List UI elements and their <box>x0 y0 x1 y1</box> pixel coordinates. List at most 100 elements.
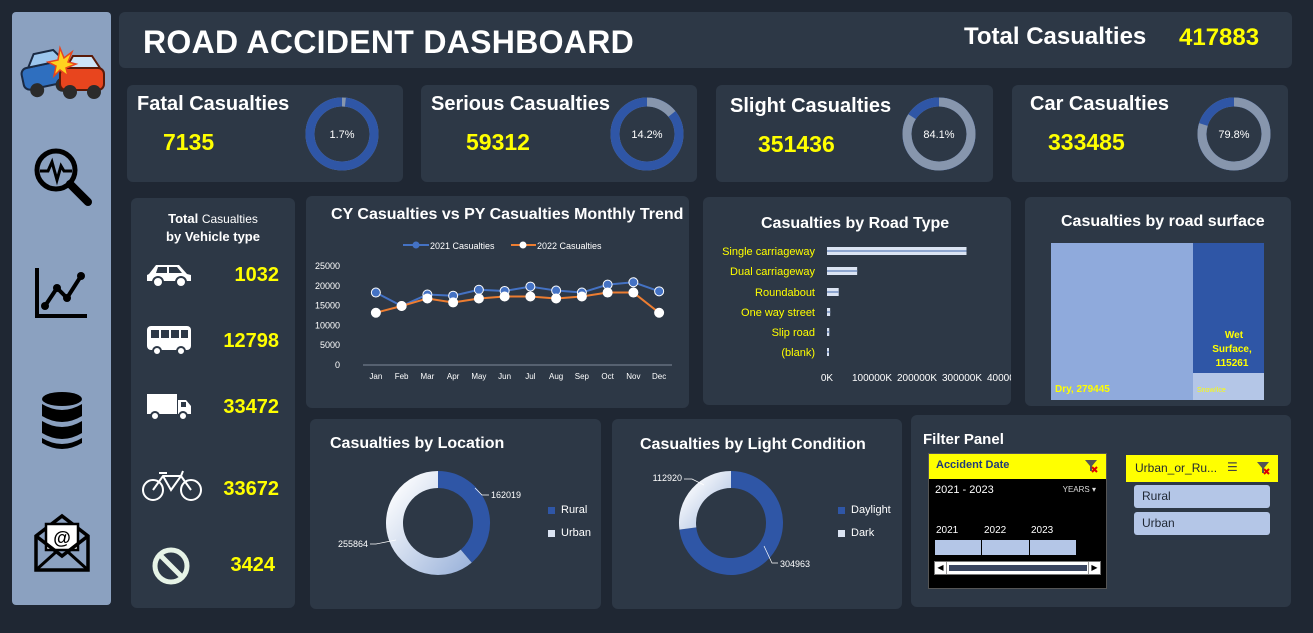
road-surface-panel: Casualties by road surface Dry, 279445 W… <box>1025 197 1291 406</box>
x-tick-label: Jun <box>498 372 511 381</box>
category-label: (blank) <box>781 347 815 359</box>
time-level-dropdown[interactable]: YEARS ▾ <box>1063 485 1096 494</box>
kpi-title: Car Casualties <box>1030 93 1169 115</box>
road-type-bar-shade <box>827 351 829 353</box>
urban-slicer-title: Urban_or_Ru... <box>1135 461 1218 475</box>
date-slicer-header: Accident Date <box>929 454 1106 479</box>
data-point-py <box>654 307 665 318</box>
x-tick-label: Nov <box>626 372 640 381</box>
road-surface-treemap: Dry, 279445 Wet Surface, 115261 Snow/Ice <box>1051 243 1264 400</box>
series-line-cy <box>375 281 660 308</box>
kpi-value: 333485 <box>1048 129 1125 155</box>
x-tick-label: Oct <box>601 372 614 381</box>
timeline-segment-2021[interactable] <box>935 540 983 555</box>
road-type-bar-shade <box>827 331 830 333</box>
data-point-py <box>576 291 587 302</box>
x-tick-label: May <box>471 372 486 381</box>
timeline-scrollbar[interactable]: ◀ ▶ <box>934 561 1101 575</box>
urban-slicer-header: Urban_or_Ru... ☰ <box>1126 455 1278 482</box>
legend-label: Dark <box>851 527 875 539</box>
data-point-py <box>370 307 381 318</box>
vehicle-type-title: Total Casualties by Vehicle type <box>131 210 295 246</box>
legend-urban: Urban <box>548 527 591 539</box>
svg-text:@: @ <box>53 528 71 548</box>
timeline-bar[interactable] <box>935 540 1076 555</box>
data-point-py <box>602 287 613 298</box>
accident-date-slicer: Accident Date 2021 - 2023 YEARS ▾ 2021 2… <box>928 453 1107 589</box>
scroll-right-icon[interactable]: ▶ <box>1088 562 1100 574</box>
multi-select-icon[interactable]: ☰ <box>1227 460 1238 474</box>
time-level-label: YEARS <box>1062 485 1090 494</box>
vehicle-title-line2: by Vehicle type <box>166 229 260 244</box>
road-type-bar-shade <box>827 311 831 313</box>
treemap-wet-label-3: 115261 <box>1216 358 1249 369</box>
car-crash-icon[interactable] <box>12 40 111 104</box>
data-point-py <box>422 293 433 304</box>
slice-value-label: 304963 <box>780 559 810 569</box>
slicer-item-rural[interactable]: Rural <box>1134 485 1270 508</box>
kpi-donut-chart: 84.1% <box>902 97 976 171</box>
car-icon <box>145 260 193 293</box>
slicer-item-label: Rural <box>1142 489 1171 503</box>
vehicle-value: 33672 <box>223 478 279 500</box>
data-point-py <box>499 291 510 302</box>
kpi-donut-chart: 14.2% <box>610 97 684 171</box>
road-type-bar-shade <box>827 270 858 272</box>
line-chart-icon[interactable] <box>12 266 111 322</box>
kpi-donut-chart: 1.7% <box>305 97 379 171</box>
slice-value-label: 162019 <box>491 490 521 500</box>
data-point-py <box>473 293 484 304</box>
data-point-py <box>448 297 459 308</box>
treemap-wet-label-2: Surface, <box>1212 344 1252 355</box>
trend-line-chart: 2021 Casualties 2022 Casualties 25000 200… <box>315 241 672 381</box>
email-icon[interactable]: @ <box>12 512 111 574</box>
x-tick-label: Jul <box>525 372 535 381</box>
data-point-py <box>628 287 639 298</box>
x-tick-label: Aug <box>549 372 563 381</box>
clear-filter-icon[interactable] <box>1256 461 1270 475</box>
y-tick-label: 15000 <box>315 301 340 311</box>
urban-rural-slicer: Urban_or_Ru... ☰ Rural Urban <box>1126 455 1278 597</box>
legend-label: Daylight <box>851 504 891 516</box>
data-point-cy <box>370 287 381 298</box>
data-point-cy <box>628 277 639 288</box>
clear-filter-icon[interactable] <box>1084 459 1098 473</box>
location-panel: Casualties by Location 162019 255864 Rura… <box>310 419 601 609</box>
chevron-down-icon: ▾ <box>1091 485 1096 494</box>
treemap-snow-label: Snow/Ice <box>1197 387 1226 394</box>
timeline-segment-2022[interactable] <box>982 540 1030 555</box>
kpi-value: 59312 <box>466 129 530 155</box>
vehicle-row-bicycle: 33672 <box>131 470 295 510</box>
slicer-item-urban[interactable]: Urban <box>1134 512 1270 535</box>
legend-dark: Dark <box>838 527 874 539</box>
category-label: One way street <box>741 307 815 319</box>
kpi-title: Slight Casualties <box>730 95 892 117</box>
slice-value-label: 255864 <box>338 539 368 549</box>
legend-daylight: Daylight <box>838 504 891 516</box>
year-label-2021: 2021 <box>936 525 959 536</box>
page-title: ROAD ACCIDENT DASHBOARD <box>143 24 635 60</box>
vehicle-value: 33472 <box>223 396 279 418</box>
y-tick-label: 20000 <box>315 281 340 291</box>
x-tick-label: 100000K <box>852 373 892 384</box>
year-label-2022: 2022 <box>984 525 1007 536</box>
vehicle-row-truck: 33472 <box>131 388 295 428</box>
legend-label: Urban <box>561 527 591 539</box>
vehicle-value: 3424 <box>230 554 276 576</box>
database-icon[interactable] <box>12 390 111 452</box>
timeline-segment-2023[interactable] <box>1030 540 1076 555</box>
scroll-thumb[interactable] <box>949 565 1087 571</box>
vehicle-type-panel: Total Casualties by Vehicle type 1032 12… <box>131 198 295 608</box>
trend-legend: 2021 Casualties 2022 Casualties <box>403 241 602 251</box>
light-condition-panel: Casualties by Light Condition 304963 1129… <box>612 419 902 609</box>
total-casualties-label: Total Casualties <box>964 23 1147 50</box>
total-casualties-value: 417883 <box>1179 24 1260 51</box>
y-tick-label: 25000 <box>315 261 340 271</box>
treemap-dry <box>1051 243 1193 400</box>
legend-py-label: 2022 Casualties <box>537 241 602 251</box>
category-label: Dual carriageway <box>730 266 815 278</box>
analysis-magnifier-icon[interactable] <box>12 144 111 208</box>
scroll-left-icon[interactable]: ◀ <box>935 562 947 574</box>
kpi-card-car: Car Casualties 333485 79.8% <box>1012 85 1288 182</box>
vehicle-row-car: 1032 <box>131 256 295 296</box>
